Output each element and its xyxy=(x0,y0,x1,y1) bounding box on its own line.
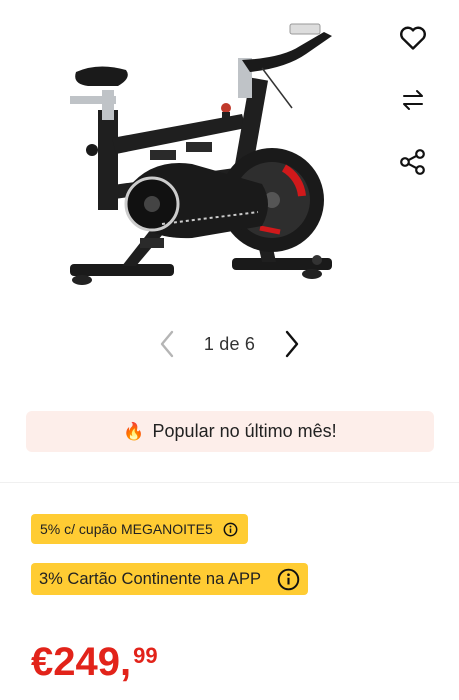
info-icon[interactable] xyxy=(223,522,238,537)
share-button[interactable] xyxy=(397,146,429,178)
product-actions xyxy=(397,22,429,178)
image-counter: 1 de 6 xyxy=(203,333,256,354)
info-icon[interactable] xyxy=(277,568,300,591)
price-main: €249, xyxy=(31,640,132,684)
card-discount-text: 3% Cartão Continente na APP xyxy=(39,569,261,588)
product-price: €249, 99 xyxy=(31,640,158,684)
product-image[interactable] xyxy=(62,18,352,294)
card-discount-badge[interactable]: 3% Cartão Continente na APP xyxy=(31,563,308,595)
popular-text: Popular no último mês! xyxy=(152,421,337,441)
gallery-pager: 1 de 6 xyxy=(0,326,459,362)
section-divider xyxy=(0,482,459,483)
share-icon xyxy=(400,149,425,175)
swap-arrows-icon xyxy=(403,90,423,110)
favorite-button[interactable] xyxy=(397,22,429,54)
next-image-button[interactable] xyxy=(277,326,307,362)
heart-icon xyxy=(400,26,426,50)
coupon-badge[interactable]: 5% c/ cupão MEGANOITE5 xyxy=(31,514,248,544)
previous-image-button[interactable] xyxy=(152,326,182,362)
price-cents: 99 xyxy=(133,643,158,668)
product-gallery: 1 de 6 xyxy=(0,0,459,390)
coupon-text: 5% c/ cupão MEGANOITE5 xyxy=(40,521,213,537)
fire-icon: 🔥 xyxy=(123,421,145,441)
compare-button[interactable] xyxy=(397,84,429,116)
popular-banner: 🔥 Popular no último mês! xyxy=(26,411,434,452)
chevron-left-icon xyxy=(160,330,174,358)
chevron-right-icon xyxy=(285,330,299,358)
